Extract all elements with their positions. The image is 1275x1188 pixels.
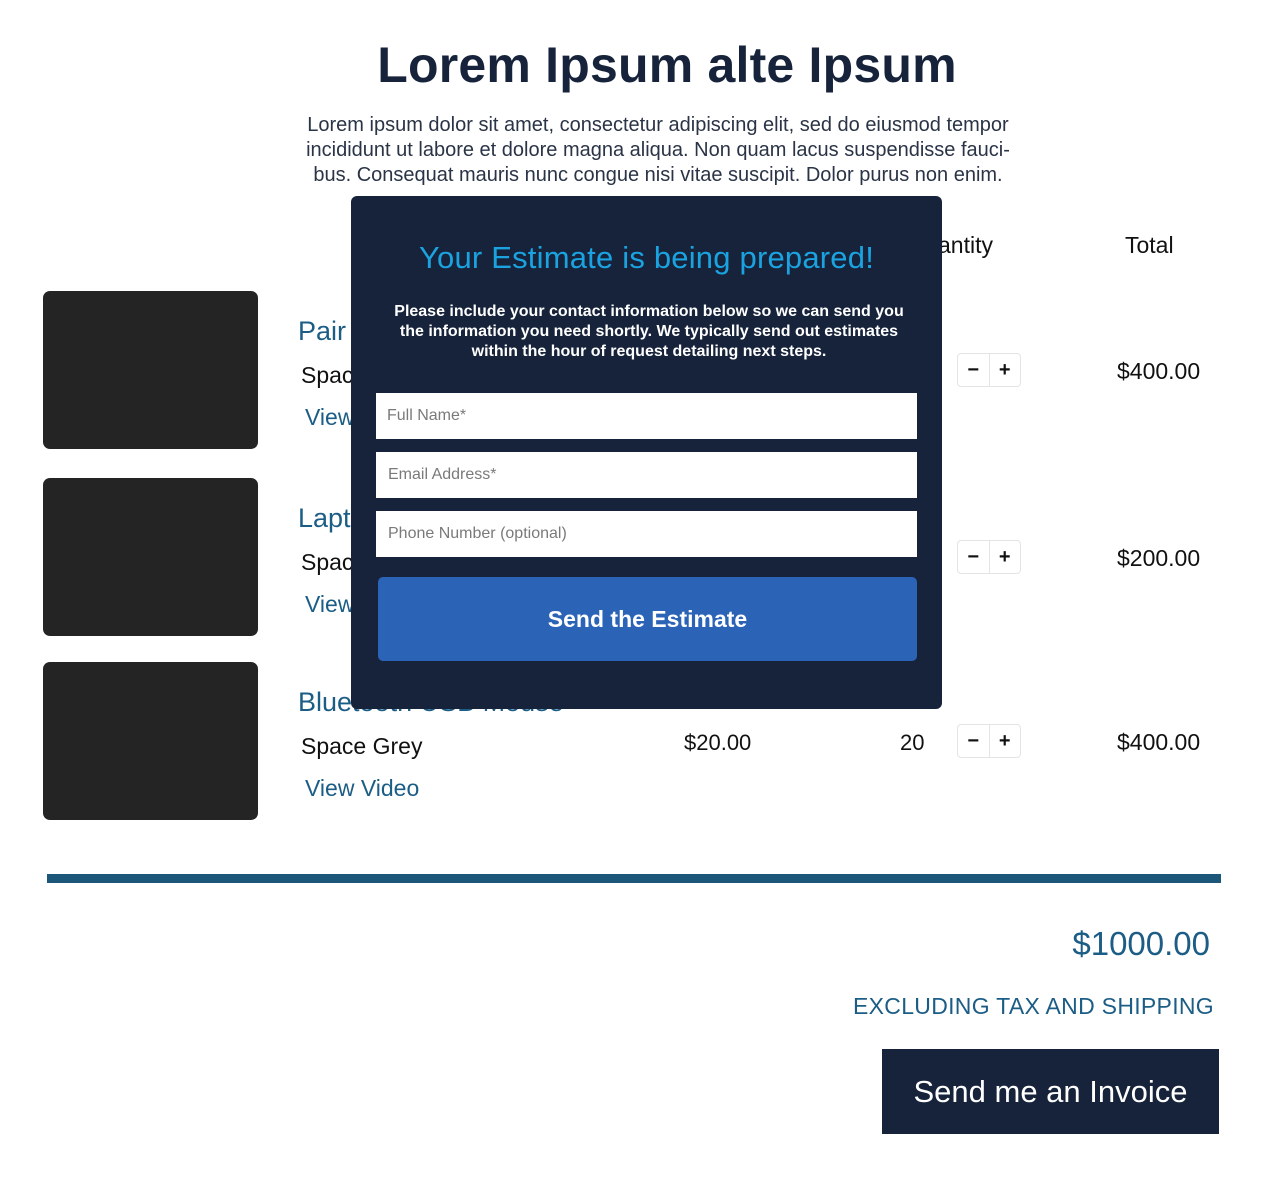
intro-text: Lorem ipsum dolor sit amet, consectetur … [258,113,1058,188]
intro-line: Lorem ipsum dolor sit amet, consectetur … [307,114,1009,136]
column-header-total: Total [1125,232,1174,258]
view-video-link[interactable]: View [305,404,354,431]
view-video-link[interactable]: View [305,591,354,618]
summary-divider [47,874,1221,883]
page-title: Lorem Ipsum alte Ipsum [377,37,957,93]
column-header-quantity: antity [938,232,993,258]
increase-quantity-button[interactable]: + [988,725,1021,757]
estimate-modal: Your Estimate is being prepared! Please … [351,196,942,709]
quantity-stepper: − + [957,353,1021,387]
intro-line: incididunt ut labore et dolore magna ali… [306,139,1010,161]
product-color: Spac [301,362,354,388]
grand-total: $1000.00 [1072,925,1210,962]
email-input[interactable] [376,452,917,498]
phone-input[interactable] [376,511,917,557]
modal-description: Please include your contact information … [369,302,929,362]
quantity-stepper: − + [957,540,1021,574]
send-estimate-button[interactable]: Send the Estimate [378,577,917,661]
full-name-input[interactable] [376,393,917,439]
modal-description-line: within the hour of request detailing nex… [471,343,827,360]
quantity-stepper: − + [957,724,1021,758]
increase-quantity-button[interactable]: + [988,541,1021,573]
view-video-link[interactable]: View Video [305,775,419,802]
send-invoice-button[interactable]: Send me an Invoice [882,1049,1219,1134]
product-color: Spac [301,549,354,575]
line-total: $200.00 [1117,545,1201,571]
product-thumbnail [43,662,258,820]
modal-description-line: Please include your contact information … [394,303,904,320]
decrease-quantity-button[interactable]: − [958,541,989,573]
modal-description-line: the information you need shortly. We typ… [399,323,899,340]
line-total: $400.00 [1117,358,1201,384]
decrease-quantity-button[interactable]: − [958,354,989,386]
product-name[interactable]: Lapt [298,503,351,534]
modal-title: Your Estimate is being prepared! [418,240,875,275]
product-thumbnail [43,291,258,449]
product-name[interactable]: Pair [298,316,346,347]
unit-price: $20.00 [684,730,752,755]
tax-shipping-note: EXCLUDING TAX AND SHIPPING [853,993,1214,1019]
product-thumbnail [43,478,258,636]
intro-line: bus. Consequat mauris nunc congue nisi v… [313,164,1003,186]
line-total: $400.00 [1117,729,1201,755]
quantity-value: 20 [900,730,925,755]
decrease-quantity-button[interactable]: − [958,725,989,757]
product-color: Space Grey [301,733,423,759]
increase-quantity-button[interactable]: + [988,354,1021,386]
